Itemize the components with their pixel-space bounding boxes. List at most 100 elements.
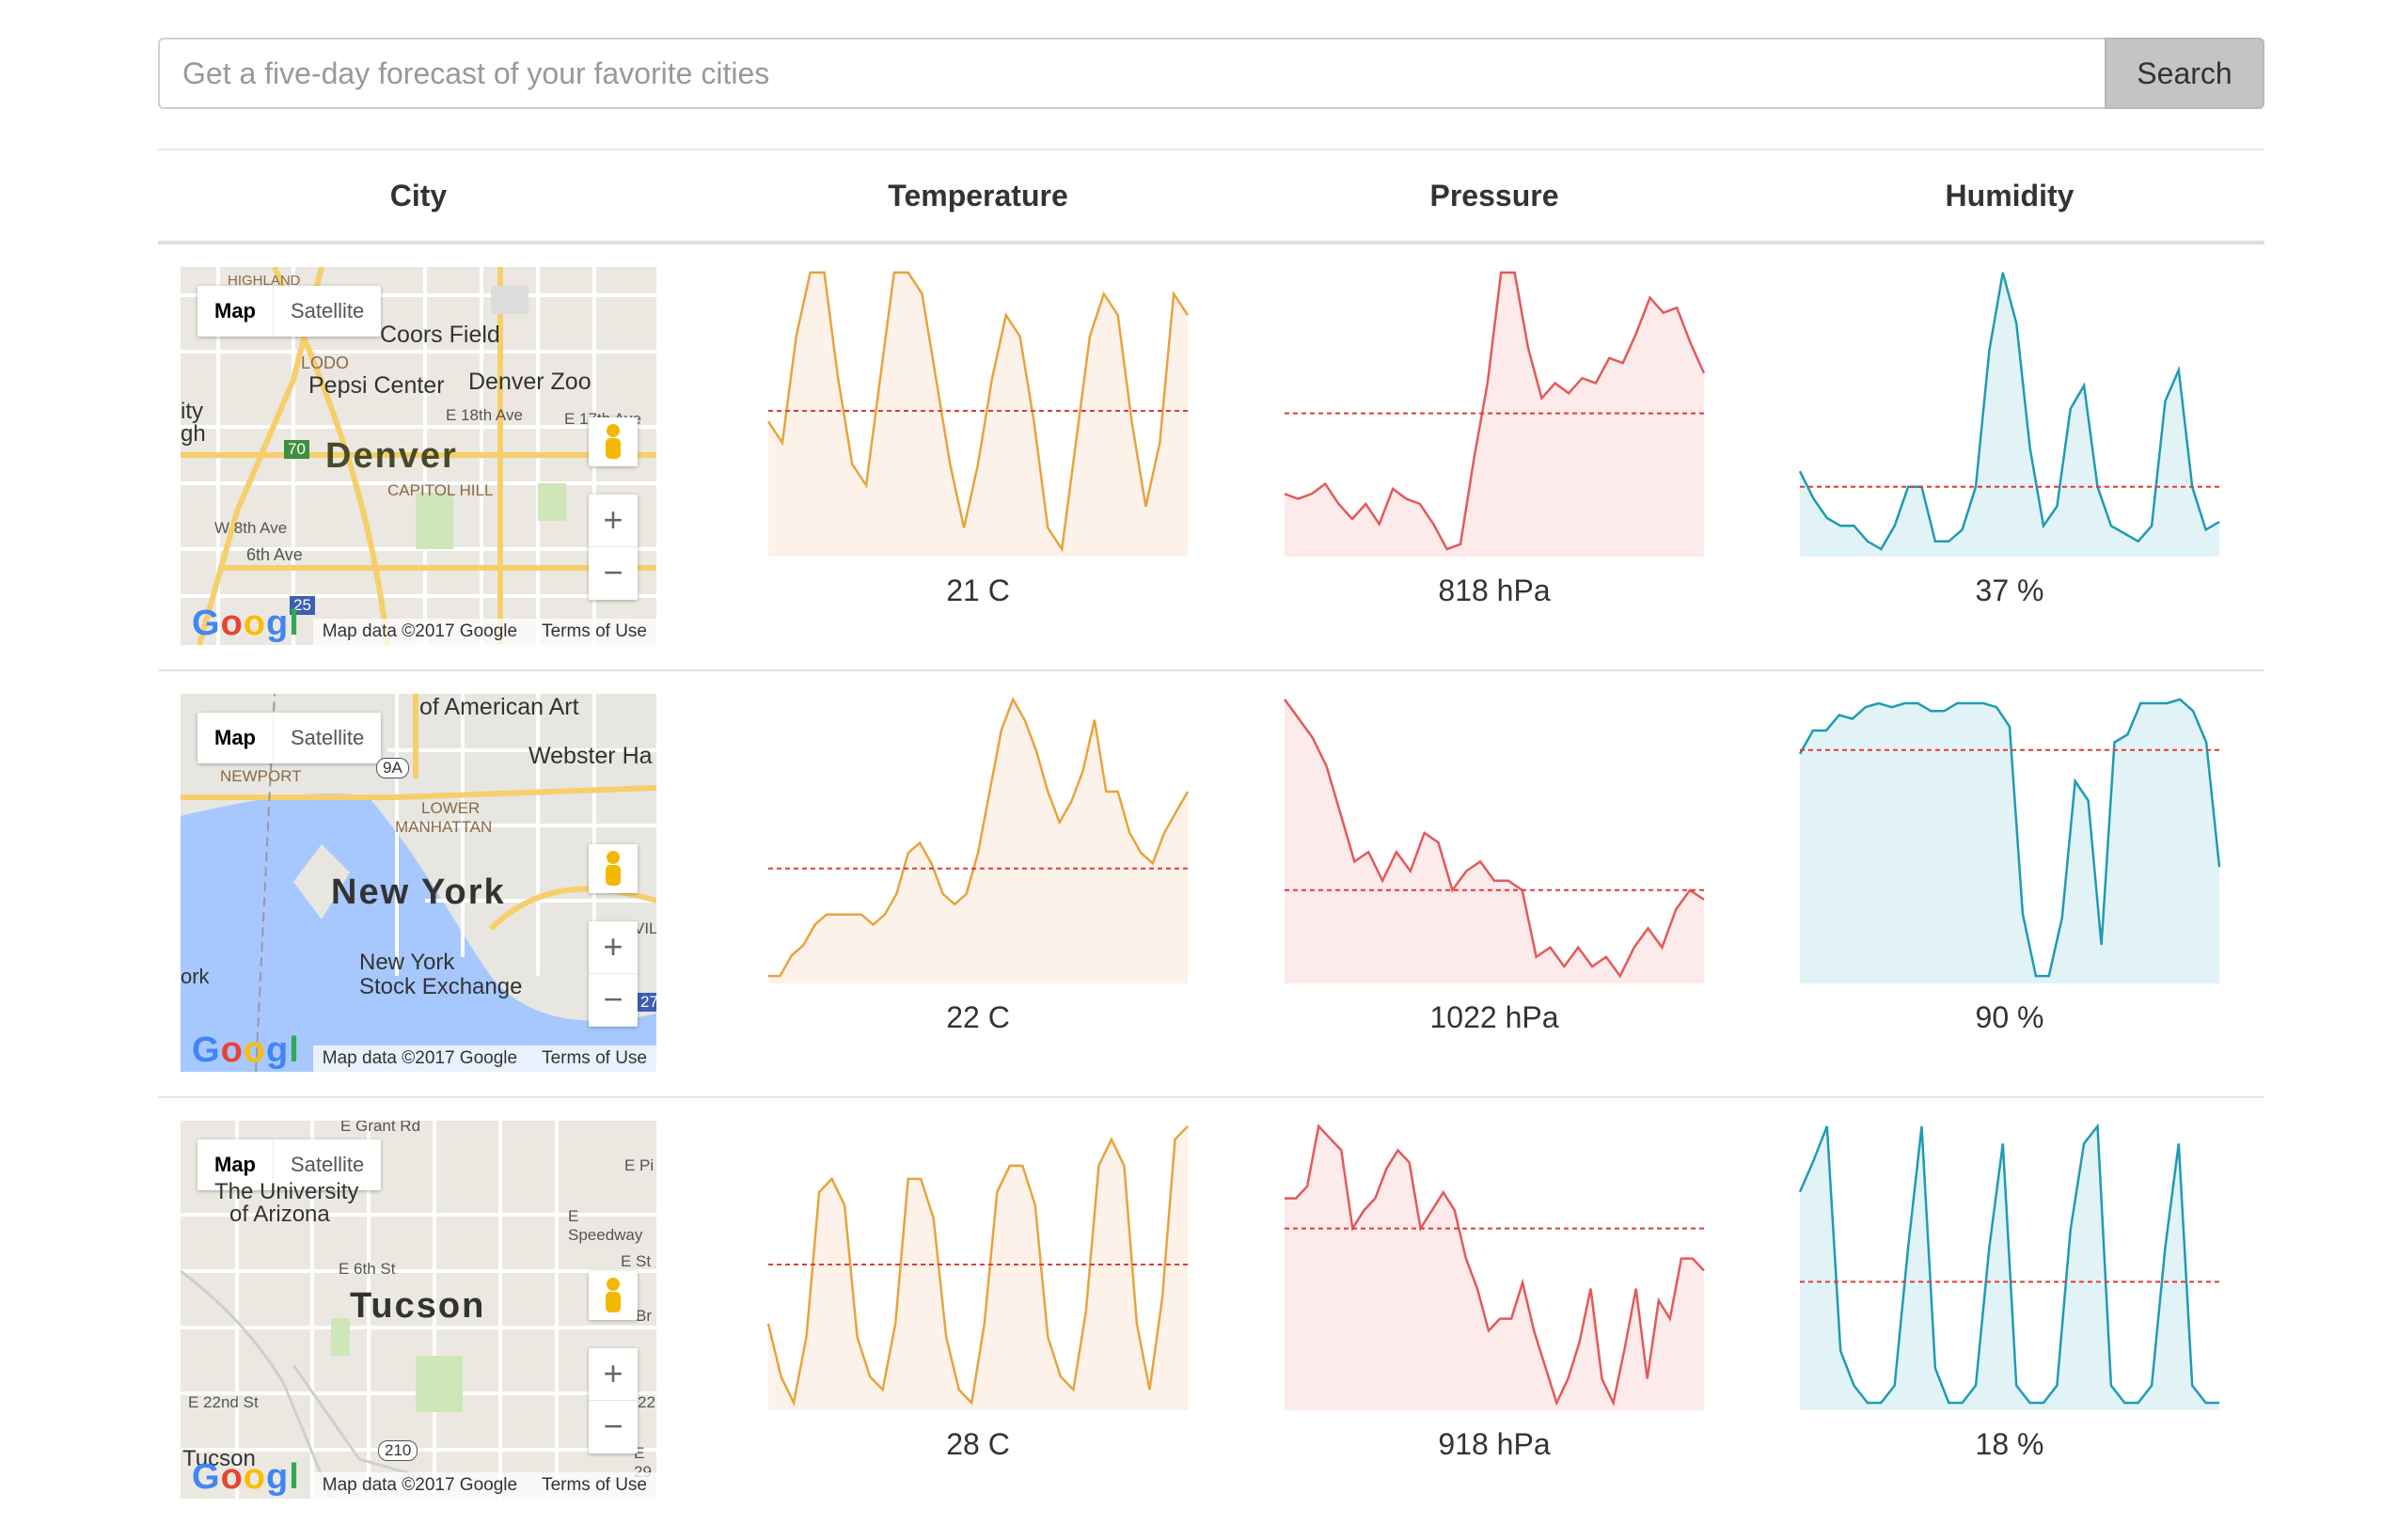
street-view-pegman-icon[interactable] — [589, 417, 638, 466]
map-attribution: Map data ©2017 Google Terms of Use — [312, 619, 656, 645]
pressure-value: 918 hPa — [1438, 1427, 1551, 1461]
map-label: Pepsi Center — [308, 372, 445, 399]
humidity-chart — [1798, 692, 2221, 983]
zoom-out-button[interactable]: − — [589, 547, 638, 600]
zoom-in-button[interactable]: + — [589, 1348, 638, 1401]
map-label: E Pi — [624, 1156, 655, 1174]
humidity-sparkline — [1798, 1123, 2219, 1410]
zoom-out-button[interactable]: − — [589, 974, 638, 1027]
sparkline-area — [768, 272, 1188, 557]
map-view-button[interactable]: Map — [197, 286, 273, 337]
map-label: CAPITOL HILL — [387, 481, 494, 499]
map-label: W 8th Ave — [214, 519, 288, 537]
search-input[interactable] — [158, 38, 2105, 109]
map-label: Denver Zoo — [468, 369, 592, 395]
temperature-chart — [766, 1119, 1189, 1410]
zoom-out-button[interactable]: − — [589, 1401, 638, 1454]
pressure-chart — [1284, 265, 1706, 557]
humidity-chart — [1798, 1119, 2219, 1410]
humidity-value: 18 % — [1975, 1427, 2044, 1461]
zoom-control: + − — [589, 495, 638, 600]
map-label: Coors Field — [380, 322, 500, 348]
map-data-credit: Map data ©2017 Google — [322, 621, 518, 641]
temperature-value: 21 C — [946, 574, 1010, 607]
zoom-control: + − — [589, 921, 638, 1027]
google-logo: Googl — [192, 1457, 300, 1497]
map-view-button[interactable]: Map — [197, 713, 273, 763]
terms-of-use-link[interactable]: Terms of Use — [542, 1472, 647, 1499]
pressure-sparkline — [1283, 699, 1705, 983]
highway-shield: 210 — [378, 1440, 418, 1461]
search-bar: Search — [158, 38, 2264, 109]
terms-of-use-link[interactable]: Terms of Use — [542, 619, 647, 645]
pressure-chart — [1285, 1119, 1705, 1410]
column-header-temperature: Temperature — [888, 179, 1068, 212]
map-label: Webster Ha — [529, 743, 653, 769]
map-label: gh — [181, 421, 206, 447]
temperature-value: 22 C — [946, 1000, 1010, 1034]
satellite-view-button[interactable]: Satellite — [273, 286, 381, 337]
city-map[interactable]: Map Satellite Coors Field LODO Pepsi Cen… — [181, 267, 656, 645]
zoom-in-button[interactable]: + — [589, 495, 638, 547]
search-button[interactable]: Search — [2105, 38, 2264, 109]
sparkline-area — [768, 699, 1188, 983]
column-header-humidity: Humidity — [1945, 179, 2075, 212]
column-header-pressure: Pressure — [1429, 179, 1559, 212]
map-attribution: Map data ©2017 Google Terms of Use — [312, 1472, 656, 1499]
map-label: E Speedway — [568, 1207, 643, 1244]
map-attribution: Map data ©2017 Google Terms of Use — [312, 1045, 656, 1072]
map-label: E 18th Ave — [446, 406, 523, 424]
terms-of-use-link[interactable]: Terms of Use — [542, 1045, 647, 1072]
map-label: E 6th St — [339, 1260, 396, 1278]
map-label: Stock Exchange — [359, 974, 523, 999]
table-row: Map Satellite Coors Field LODO Pepsi Cen… — [158, 244, 2264, 671]
pressure-sparkline — [1284, 271, 1706, 557]
street-view-pegman-icon[interactable] — [589, 844, 638, 893]
humidity-sparkline — [1798, 272, 2220, 557]
temperature-sparkline — [766, 1125, 1189, 1410]
pressure-value: 818 hPa — [1438, 574, 1551, 607]
street-view-pegman-icon[interactable] — [589, 1271, 638, 1320]
map-label: Br — [636, 1307, 652, 1325]
pressure-sparkline — [1285, 1124, 1705, 1410]
highway-shield: 70 — [284, 440, 309, 459]
google-logo: Googl — [192, 604, 300, 643]
temperature-sparkline — [766, 271, 1190, 557]
map-label: 6th Ave — [246, 545, 303, 564]
temperature-chart — [766, 265, 1190, 557]
column-header-city: City — [389, 179, 448, 212]
map-label: New York — [359, 950, 455, 975]
map-label: E Grant Rd — [340, 1121, 421, 1135]
sparkline-area — [1285, 1125, 1704, 1410]
map-label: LOWER — [421, 799, 481, 817]
temperature-value: 28 C — [946, 1427, 1010, 1461]
humidity-sparkline — [1798, 698, 2221, 983]
map-city-label: Denver — [325, 436, 458, 476]
highway-shield: 9A — [376, 758, 409, 778]
zoom-control: + − — [589, 1348, 638, 1454]
map-label: ork — [181, 965, 210, 988]
temperature-sparkline — [768, 696, 1190, 983]
pressure-value: 1022 hPa — [1429, 1000, 1559, 1034]
map-city-label: Tucson — [350, 1286, 486, 1326]
google-logo: Googl — [192, 1030, 300, 1070]
city-map[interactable]: Map Satellite E Grant Rd The University … — [181, 1121, 656, 1499]
humidity-value: 37 % — [1975, 574, 2044, 607]
map-label: 22 — [638, 1393, 655, 1411]
map-label: E St — [621, 1252, 652, 1270]
zoom-in-button[interactable]: + — [589, 921, 638, 974]
satellite-view-button[interactable]: Satellite — [273, 713, 381, 763]
highway-shield: 27 — [638, 993, 656, 1012]
map-label: of Arizona — [229, 1202, 330, 1227]
map-label: of American Art — [419, 694, 579, 720]
table-row: Map Satellite E Grant Rd The University … — [158, 1098, 2264, 1525]
map-label: NEWPORT — [220, 767, 302, 785]
table-header: City Temperature Pressure Humidity — [158, 150, 2264, 241]
city-map[interactable]: Map Satellite of American Art Webster Ha… — [181, 694, 656, 1072]
temperature-chart — [768, 692, 1190, 983]
map-type-control: Map Satellite — [197, 286, 382, 337]
map-data-credit: Map data ©2017 Google — [322, 1475, 518, 1495]
pressure-chart — [1283, 692, 1705, 983]
table-row: Map Satellite of American Art Webster Ha… — [158, 671, 2264, 1098]
map-label: LODO — [301, 354, 350, 372]
